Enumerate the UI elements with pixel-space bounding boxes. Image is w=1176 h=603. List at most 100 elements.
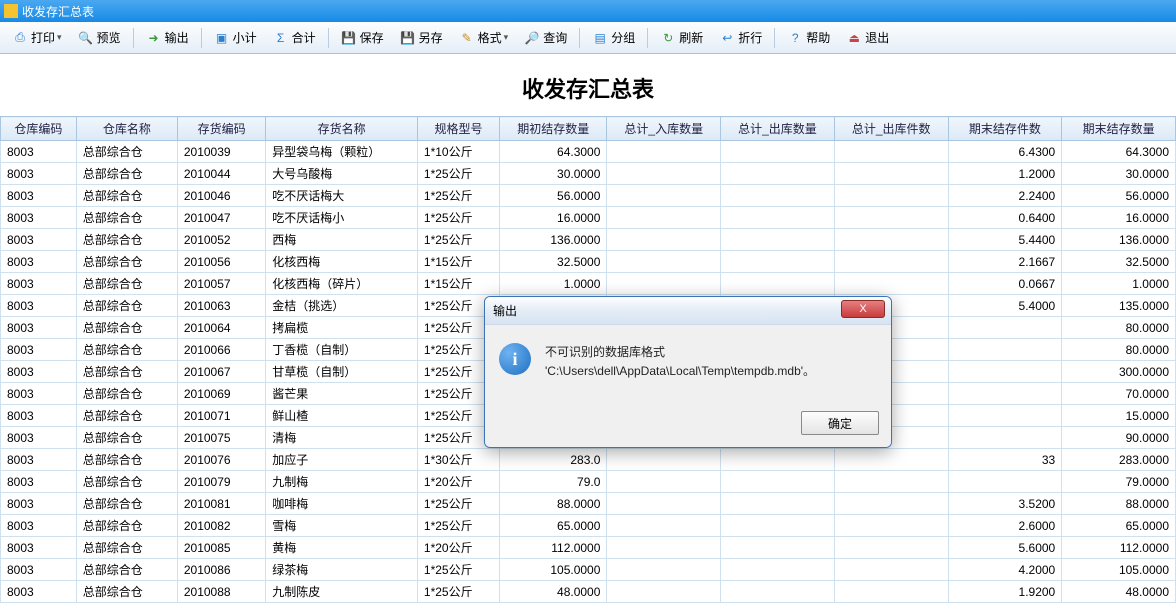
cell[interactable]: 8003 — [1, 559, 77, 581]
dialog-close-button[interactable]: X — [841, 300, 885, 318]
cell[interactable] — [721, 449, 835, 471]
cell[interactable]: 化核西梅（碎片） — [266, 273, 418, 295]
format-button[interactable]: ✎ 格式 ▾ — [452, 26, 516, 49]
cell[interactable]: 2010086 — [177, 559, 265, 581]
table-row[interactable]: 8003总部综合仓2010044大号乌酸梅1*25公斤30.00001.2000… — [1, 163, 1176, 185]
cell[interactable]: 112.0000 — [1062, 537, 1176, 559]
cell[interactable] — [834, 471, 948, 493]
cell[interactable]: 总部综合仓 — [76, 273, 177, 295]
cell[interactable]: 1*25公斤 — [417, 207, 499, 229]
cell[interactable]: 1*15公斤 — [417, 251, 499, 273]
cell[interactable]: 1*25公斤 — [417, 163, 499, 185]
table-row[interactable]: 8003总部综合仓2010088九制陈皮1*25公斤48.00001.92004… — [1, 581, 1176, 603]
cell[interactable] — [948, 317, 1062, 339]
cell[interactable]: 65.0000 — [1062, 515, 1176, 537]
column-header[interactable]: 期末结存件数 — [948, 117, 1062, 141]
cell[interactable]: 8003 — [1, 207, 77, 229]
exit-button[interactable]: ⏏ 退出 — [839, 26, 896, 49]
cell[interactable] — [607, 471, 721, 493]
cell[interactable] — [721, 559, 835, 581]
cell[interactable]: 32.5000 — [500, 251, 607, 273]
cell[interactable]: 2010075 — [177, 427, 265, 449]
cell[interactable]: 2010046 — [177, 185, 265, 207]
cell[interactable]: 2010081 — [177, 493, 265, 515]
table-row[interactable]: 8003总部综合仓2010079九制梅1*20公斤79.079.0000 — [1, 471, 1176, 493]
cell[interactable]: 酱芒果 — [266, 383, 418, 405]
column-header[interactable]: 规格型号 — [417, 117, 499, 141]
cell[interactable]: 8003 — [1, 383, 77, 405]
cell[interactable]: 1*25公斤 — [417, 559, 499, 581]
export-button[interactable]: ➜ 输出 — [139, 26, 196, 49]
cell[interactable]: 2010085 — [177, 537, 265, 559]
cell[interactable]: 总部综合仓 — [76, 295, 177, 317]
cell[interactable]: 吃不厌话梅大 — [266, 185, 418, 207]
cell[interactable] — [834, 273, 948, 295]
cell[interactable] — [607, 515, 721, 537]
print-button[interactable]: ⎙ 打印 ▾ — [5, 26, 69, 49]
table-row[interactable]: 8003总部综合仓2010085黄梅1*20公斤112.00005.600011… — [1, 537, 1176, 559]
cell[interactable]: 鲜山楂 — [266, 405, 418, 427]
cell[interactable]: 2.2400 — [948, 185, 1062, 207]
cell[interactable]: 总部综合仓 — [76, 361, 177, 383]
cell[interactable] — [834, 559, 948, 581]
cell[interactable]: 5.6000 — [948, 537, 1062, 559]
cell[interactable] — [721, 273, 835, 295]
cell[interactable]: 1*20公斤 — [417, 537, 499, 559]
cell[interactable] — [607, 185, 721, 207]
cell[interactable]: 48.0000 — [1062, 581, 1176, 603]
cell[interactable]: 总部综合仓 — [76, 537, 177, 559]
cell[interactable]: 33 — [948, 449, 1062, 471]
cell[interactable]: 0.0667 — [948, 273, 1062, 295]
cell[interactable] — [834, 493, 948, 515]
cell[interactable]: 8003 — [1, 471, 77, 493]
cell[interactable]: 283.0 — [500, 449, 607, 471]
cell[interactable]: 8003 — [1, 537, 77, 559]
cell[interactable]: 总部综合仓 — [76, 515, 177, 537]
table-row[interactable]: 8003总部综合仓2010052西梅1*25公斤136.00005.440013… — [1, 229, 1176, 251]
cell[interactable]: 8003 — [1, 229, 77, 251]
cell[interactable]: 8003 — [1, 317, 77, 339]
cell[interactable]: 雪梅 — [266, 515, 418, 537]
cell[interactable]: 2010064 — [177, 317, 265, 339]
cell[interactable]: 15.0000 — [1062, 405, 1176, 427]
cell[interactable]: 8003 — [1, 273, 77, 295]
cell[interactable]: 1.0000 — [1062, 273, 1176, 295]
cell[interactable]: 88.0000 — [1062, 493, 1176, 515]
cell[interactable]: 总部综合仓 — [76, 383, 177, 405]
cell[interactable]: 80.0000 — [1062, 317, 1176, 339]
cell[interactable]: 6.4300 — [948, 141, 1062, 163]
total-button[interactable]: Σ 合计 — [266, 26, 323, 49]
cell[interactable]: 2.6000 — [948, 515, 1062, 537]
cell[interactable]: 总部综合仓 — [76, 559, 177, 581]
cell[interactable]: 总部综合仓 — [76, 581, 177, 603]
cell[interactable]: 绿茶梅 — [266, 559, 418, 581]
cell[interactable] — [721, 229, 835, 251]
cell[interactable]: 2010052 — [177, 229, 265, 251]
save-button[interactable]: 💾 保存 — [334, 26, 391, 49]
cell[interactable]: 总部综合仓 — [76, 229, 177, 251]
cell[interactable]: 2010056 — [177, 251, 265, 273]
cell[interactable]: 8003 — [1, 251, 77, 273]
table-row[interactable]: 8003总部综合仓2010046吃不厌话梅大1*25公斤56.00002.240… — [1, 185, 1176, 207]
cell[interactable] — [607, 559, 721, 581]
cell[interactable]: 79.0000 — [1062, 471, 1176, 493]
cell[interactable]: 异型袋乌梅（颗粒） — [266, 141, 418, 163]
table-row[interactable]: 8003总部综合仓2010047吃不厌话梅小1*25公斤16.00000.640… — [1, 207, 1176, 229]
column-header[interactable]: 期末结存数量 — [1062, 117, 1176, 141]
cell[interactable]: 西梅 — [266, 229, 418, 251]
cell[interactable]: 3.5200 — [948, 493, 1062, 515]
cell[interactable]: 56.0000 — [1062, 185, 1176, 207]
cell[interactable]: 8003 — [1, 185, 77, 207]
cell[interactable] — [948, 427, 1062, 449]
cell[interactable]: 112.0000 — [500, 537, 607, 559]
cell[interactable] — [834, 163, 948, 185]
cell[interactable]: 拷扁榄 — [266, 317, 418, 339]
cell[interactable]: 48.0000 — [500, 581, 607, 603]
column-header[interactable]: 存货编码 — [177, 117, 265, 141]
cell[interactable]: 80.0000 — [1062, 339, 1176, 361]
cell[interactable] — [834, 581, 948, 603]
cell[interactable]: 总部综合仓 — [76, 339, 177, 361]
cell[interactable]: 咖啡梅 — [266, 493, 418, 515]
cell[interactable] — [721, 471, 835, 493]
cell[interactable]: 1.2000 — [948, 163, 1062, 185]
